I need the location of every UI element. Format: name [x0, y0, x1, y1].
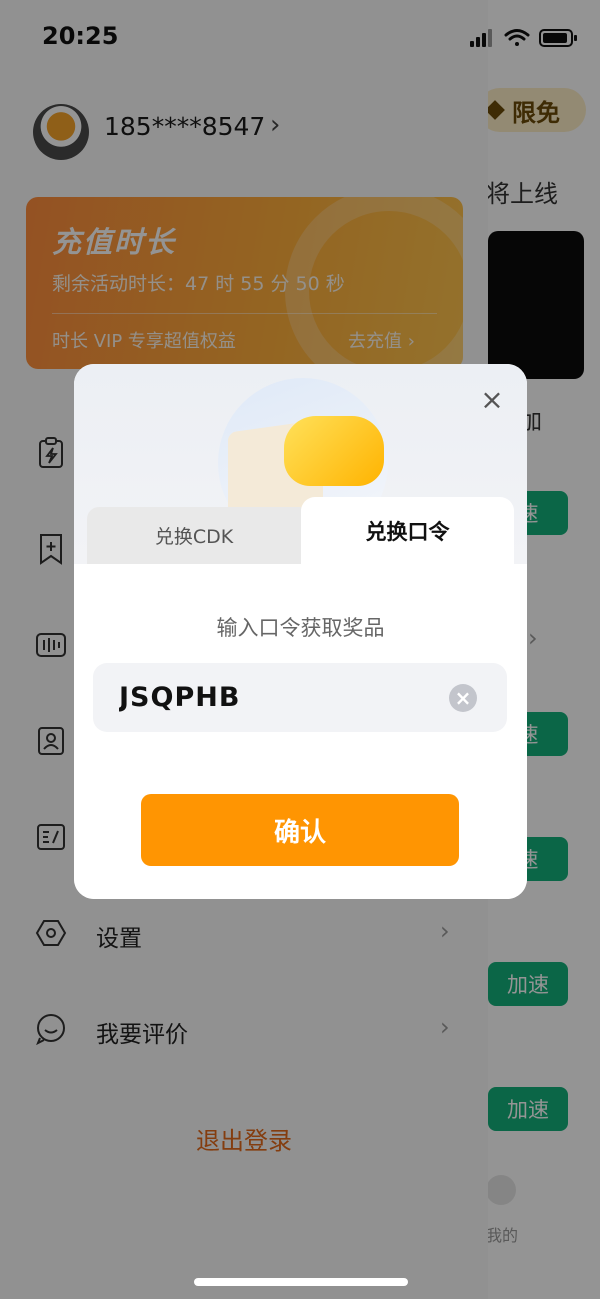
gamepad-illustration: [284, 416, 384, 486]
code-input[interactable]: [93, 663, 507, 732]
close-icon[interactable]: ×: [478, 386, 506, 414]
input-hint: 输入口令获取奖品: [216, 616, 385, 640]
redeem-dialog: × 兑换CDK 兑换口令 输入口令获取奖品 × 确认: [74, 364, 527, 899]
clear-input-icon[interactable]: ×: [449, 684, 477, 712]
tab-redeem-code[interactable]: 兑换口令: [301, 497, 514, 564]
confirm-button[interactable]: 确认: [141, 794, 459, 866]
home-indicator[interactable]: [194, 1278, 408, 1286]
tab-redeem-cdk[interactable]: 兑换CDK: [87, 507, 301, 564]
